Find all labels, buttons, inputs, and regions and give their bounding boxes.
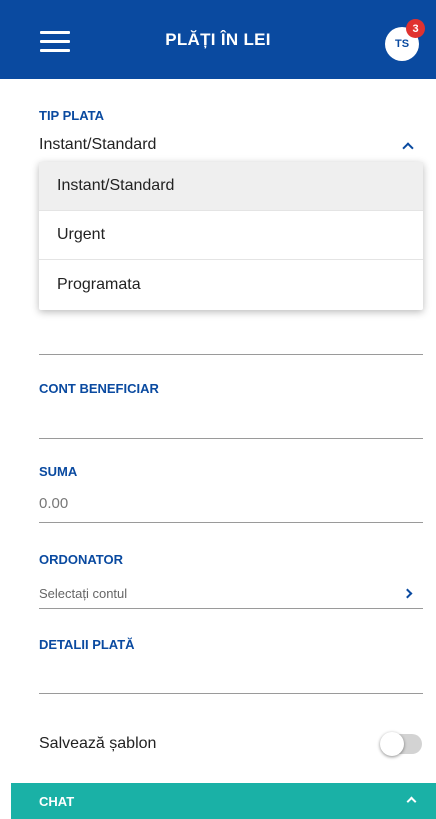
page-title: PLĂȚI ÎN LEI (165, 30, 271, 49)
salveaza-sablon-toggle[interactable] (380, 732, 422, 756)
cont-beneficiar-input[interactable] (39, 438, 423, 439)
dropdown-option-urgent[interactable]: Urgent (39, 211, 423, 260)
ordonator-underline (39, 608, 423, 609)
dropdown-option-programata[interactable]: Programata (39, 260, 423, 309)
chevron-up-icon[interactable] (406, 796, 417, 807)
tip-plata-label: TIP PLATA (39, 108, 104, 123)
dropdown-option-instant-standard[interactable]: Instant/Standard (39, 162, 423, 211)
suma-underline (39, 522, 423, 523)
toggle-knob (380, 732, 404, 756)
tip-plata-dropdown: Instant/Standard Urgent Programata (39, 162, 423, 310)
suma-label: SUMA (39, 464, 78, 479)
cont-beneficiar-label: CONT BENEFICIAR (39, 381, 159, 396)
chevron-up-icon[interactable] (402, 142, 414, 154)
notification-badge: 3 (406, 19, 425, 38)
ordonator-select[interactable]: Selectați contul (39, 586, 127, 601)
detalii-plata-label: DETALII PLATĂ (39, 637, 135, 652)
chevron-right-icon[interactable] (402, 588, 413, 599)
app-header: PLĂȚI ÎN LEI TS 3 (0, 0, 436, 79)
suma-input[interactable]: 0.00 (39, 495, 68, 512)
chat-label: CHAT (39, 793, 75, 809)
chat-bar[interactable]: CHAT (11, 783, 436, 819)
detalii-plata-input[interactable] (39, 693, 423, 694)
hidden-field-underline (39, 354, 423, 355)
tip-plata-value[interactable]: Instant/Standard (39, 136, 156, 154)
salveaza-sablon-label: Salvează șablon (39, 735, 157, 752)
ordonator-label: ORDONATOR (39, 552, 124, 567)
